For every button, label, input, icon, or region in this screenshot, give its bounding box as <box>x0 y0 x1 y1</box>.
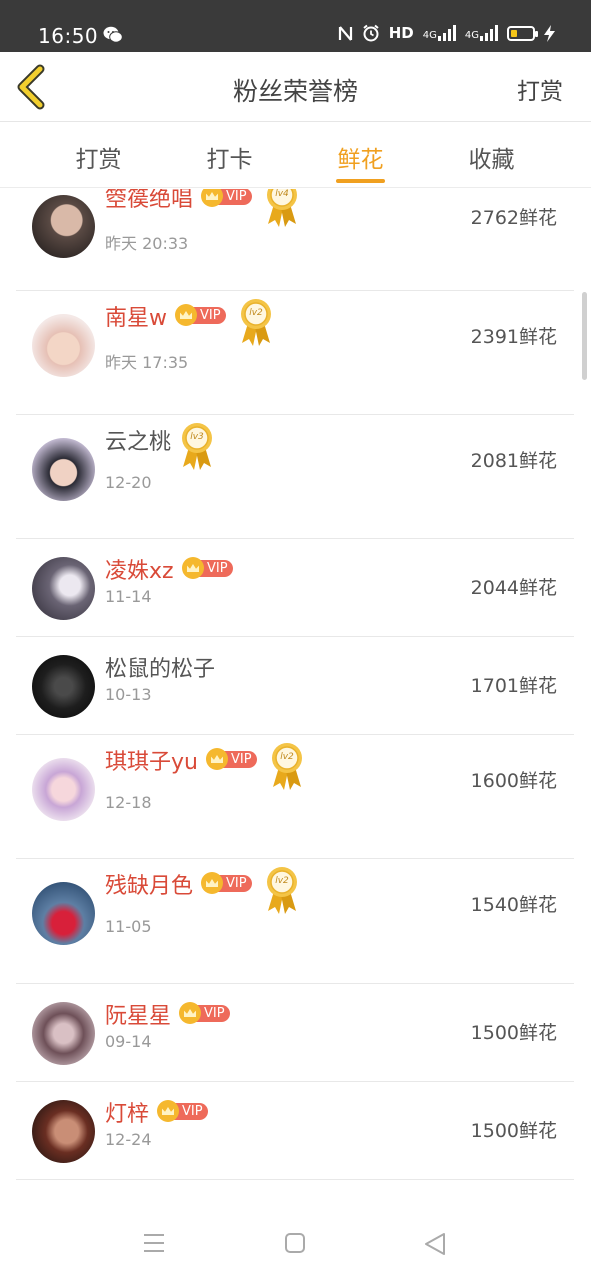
user-name[interactable]: 箜篌绝唱 <box>105 189 193 213</box>
level-medal-icon: lv2 <box>238 297 274 347</box>
vip-badge: VIP <box>179 1002 234 1024</box>
level-medal-icon: lv3 <box>179 421 215 471</box>
vip-badge: VIP <box>206 748 261 770</box>
crown-icon <box>201 872 223 894</box>
avatar[interactable] <box>32 1002 95 1065</box>
flower-count: 1540鲜花 <box>470 894 557 916</box>
list-item[interactable]: 箜篌绝唱昨天 20:33 2762鲜花 VIP lv4 <box>16 189 574 291</box>
list-item[interactable]: 松鼠的松子 10-13 1701鲜花 <box>16 637 574 735</box>
crown-icon <box>206 748 228 770</box>
tab-reward[interactable]: 打赏 <box>33 122 164 187</box>
user-name[interactable]: 南星w <box>105 300 167 332</box>
date-label: 09-14 <box>105 1032 152 1051</box>
level-medal-icon: lv4 <box>264 189 300 228</box>
tab-flowers[interactable]: 鲜花 <box>295 122 426 187</box>
vip-badge: VIP <box>201 872 256 894</box>
alarm-icon <box>363 24 379 42</box>
status-time: 16:50 <box>38 24 99 48</box>
menu-icon[interactable] <box>143 1233 165 1253</box>
level-label: lv2 <box>249 308 263 318</box>
level-label: lv2 <box>280 752 294 762</box>
date-label: 11-14 <box>105 587 152 606</box>
date-label: 昨天 20:33 <box>105 234 189 253</box>
flower-count: 1500鲜花 <box>470 1022 557 1044</box>
flower-count: 1600鲜花 <box>470 770 557 792</box>
date-label: 11-05 <box>105 917 152 936</box>
list-item[interactable]: 凌姝xz 11-14 2044鲜花 VIP <box>16 539 574 637</box>
list-item[interactable]: 灯梓 12-24 1500鲜花 VIP <box>16 1082 574 1180</box>
user-name[interactable]: 松鼠的松子 <box>105 651 215 683</box>
user-name[interactable]: 琪琪子yu <box>105 744 198 776</box>
list-item[interactable]: 琪琪子yu 12-18 1600鲜花 VIP lv2 <box>16 735 574 859</box>
battery-icon <box>507 25 538 41</box>
crown-icon <box>179 1002 201 1024</box>
tab-checkin[interactable]: 打卡 <box>164 122 295 187</box>
page-title: 粉丝荣誉榜 <box>232 77 358 106</box>
crown-icon <box>157 1100 179 1122</box>
crown-icon <box>175 304 197 326</box>
level-medal-icon: lv2 <box>269 741 305 791</box>
avatar[interactable] <box>32 438 95 501</box>
crown-icon <box>182 557 204 579</box>
net-4g-label-a: 4G <box>422 30 437 41</box>
system-nav-bar <box>0 1199 591 1280</box>
vip-badge: VIP <box>201 189 256 207</box>
date-label: 12-24 <box>105 1130 152 1149</box>
user-name[interactable]: 凌姝xz <box>105 553 174 585</box>
reward-button[interactable]: 打赏 <box>517 72 563 106</box>
avatar[interactable] <box>32 655 95 718</box>
list-item[interactable]: 云之桃 12-20 2081鲜花 lv3 <box>16 415 574 539</box>
level-medal-icon: lv2 <box>264 865 300 915</box>
fan-ranking-list[interactable]: 箜篌绝唱昨天 20:33 2762鲜花 VIP lv4 南星w 昨天 17:35 2391鲜… <box>0 189 591 1199</box>
level-label: lv3 <box>190 432 204 442</box>
flower-count: 1500鲜花 <box>470 1120 557 1142</box>
list-item[interactable]: 阮星星 09-14 1500鲜花 VIP <box>16 984 574 1082</box>
nfc-icon <box>338 25 352 41</box>
home-icon[interactable] <box>285 1233 305 1253</box>
avatar[interactable] <box>32 758 95 821</box>
flower-count: 2081鲜花 <box>470 450 557 472</box>
vip-badge: VIP <box>157 1100 212 1122</box>
scrollbar[interactable] <box>582 292 587 380</box>
flower-count: 1701鲜花 <box>470 675 557 697</box>
tab-bar: 打赏 打卡 鲜花 收藏 <box>0 122 591 188</box>
signal-icon-2 <box>480 25 498 41</box>
status-indicators: HD 4G 4G <box>338 24 555 42</box>
avatar[interactable] <box>32 882 95 945</box>
top-nav-bar: 粉丝荣誉榜 打赏 <box>0 52 591 122</box>
flower-count: 2391鲜花 <box>470 326 557 348</box>
date-label: 昨天 17:35 <box>105 353 189 372</box>
tab-favorites[interactable]: 收藏 <box>426 122 557 187</box>
date-label: 12-20 <box>105 473 152 492</box>
level-label: lv4 <box>275 189 289 199</box>
list-item[interactable]: 残缺月色 11-05 1540鲜花 VIP lv2 <box>16 859 574 984</box>
flower-count: 2044鲜花 <box>470 577 557 599</box>
user-name[interactable]: 残缺月色 <box>105 868 193 900</box>
level-label: lv2 <box>275 876 289 886</box>
wechat-icon <box>103 26 123 43</box>
avatar[interactable] <box>32 314 95 377</box>
date-label: 10-13 <box>105 685 152 704</box>
signal-icon <box>437 25 456 41</box>
flower-count: 2762鲜花 <box>470 207 557 229</box>
charging-icon <box>544 24 555 42</box>
status-bar: 16:50 HD 4G 4G <box>0 0 591 52</box>
avatar[interactable] <box>32 1100 95 1163</box>
net-4g-label-b: 4G <box>464 30 479 41</box>
avatar[interactable] <box>32 195 95 258</box>
user-name[interactable]: 灯梓 <box>105 1096 149 1128</box>
user-name[interactable]: 阮星星 <box>105 998 171 1030</box>
vip-badge: VIP <box>175 304 230 326</box>
back-triangle-icon[interactable] <box>424 1233 446 1255</box>
vip-badge: VIP <box>182 557 237 579</box>
list-item[interactable]: 南星w 昨天 17:35 2391鲜花 VIP lv2 <box>16 291 574 415</box>
date-label: 12-18 <box>105 793 152 812</box>
avatar[interactable] <box>32 557 95 620</box>
hd-label: HD <box>388 24 414 42</box>
user-name[interactable]: 云之桃 <box>105 424 171 456</box>
